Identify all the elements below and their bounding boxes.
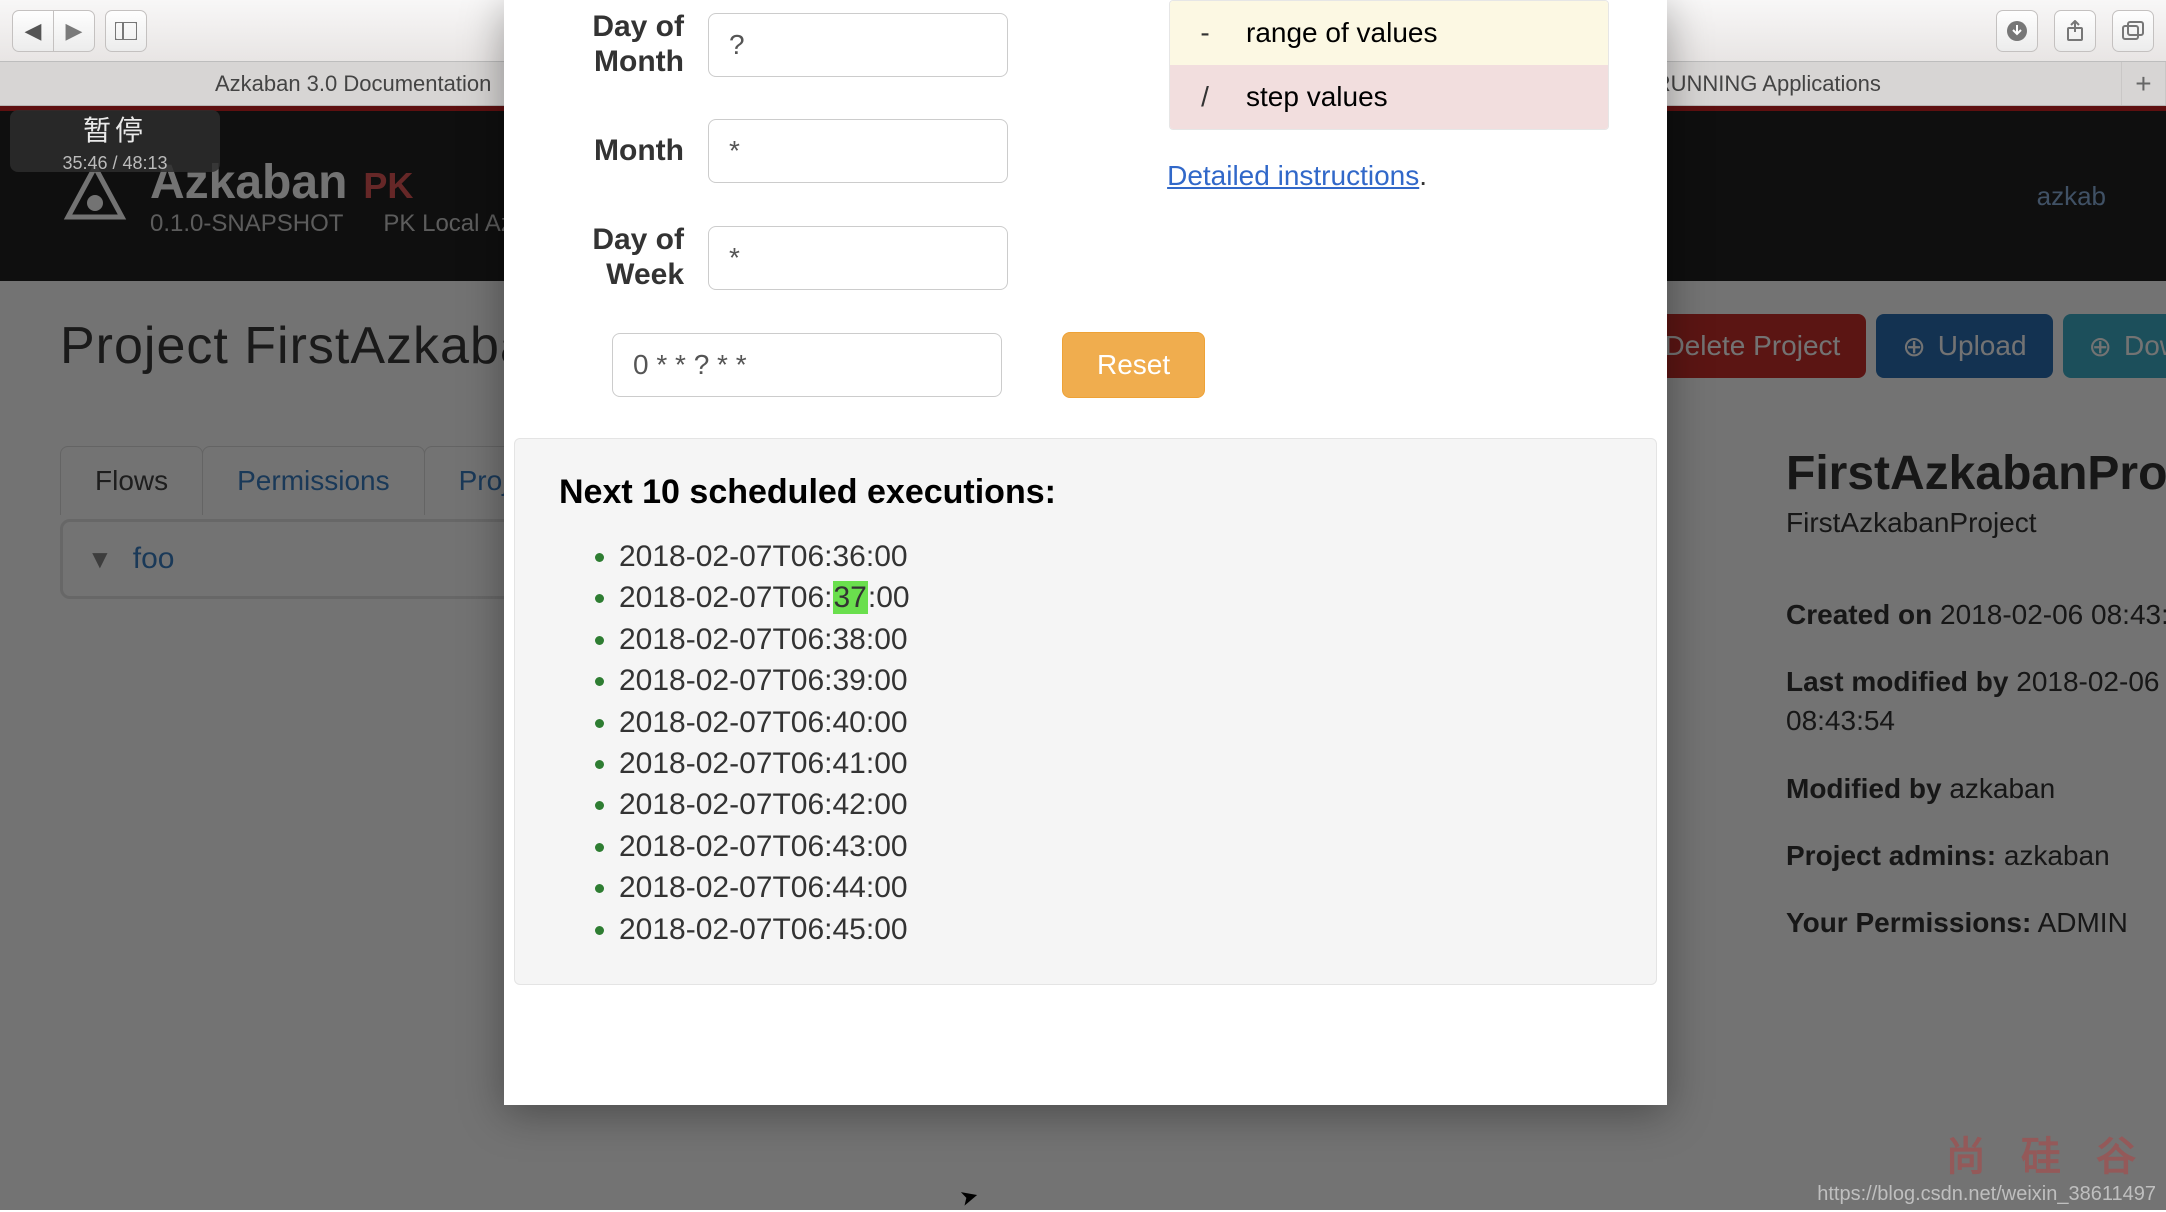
schedule-modal: - range of values / step values Detailed…	[504, 0, 1667, 1105]
tabs-icon[interactable]	[2112, 10, 2154, 52]
reset-button[interactable]: Reset	[1062, 332, 1205, 398]
back-button[interactable]: ◀	[12, 10, 54, 52]
execution-item: 2018-02-07T06:45:00	[619, 909, 1612, 950]
share-icon[interactable]	[2054, 10, 2096, 52]
watermark-url: https://blog.csdn.net/weixin_38611497	[1817, 1183, 2156, 1206]
next-executions-panel: Next 10 scheduled executions: 2018-02-07…	[514, 438, 1657, 985]
label-day-of-week: Day of Week	[558, 223, 708, 292]
execution-item: 2018-02-07T06:42:00	[619, 784, 1612, 825]
execution-item: 2018-02-07T06:41:00	[619, 743, 1612, 784]
downloads-icon[interactable]	[1996, 10, 2038, 52]
month-input[interactable]	[708, 119, 1008, 183]
next-executions-list: 2018-02-07T06:36:002018-02-07T06:37:0020…	[559, 536, 1612, 950]
label-month: Month	[558, 134, 708, 169]
label-day-of-month: Day of Month	[558, 10, 708, 79]
execution-item: 2018-02-07T06:43:00	[619, 826, 1612, 867]
execution-item: 2018-02-07T06:40:00	[619, 702, 1612, 743]
sidebar-toggle-icon[interactable]	[105, 10, 147, 52]
next-executions-header: Next 10 scheduled executions:	[559, 473, 1612, 512]
execution-item: 2018-02-07T06:37:00	[619, 577, 1612, 618]
day-of-month-input[interactable]	[708, 13, 1008, 77]
video-time: 35:46 / 48:13	[62, 153, 167, 174]
day-of-week-input[interactable]	[708, 226, 1008, 290]
detailed-instructions-link[interactable]: Detailed instructions	[1167, 160, 1427, 192]
execution-item: 2018-02-07T06:44:00	[619, 867, 1612, 908]
video-overlay[interactable]: 暂停 35:46 / 48:13	[10, 110, 220, 172]
hint-range: - range of values	[1170, 1, 1608, 65]
execution-item: 2018-02-07T06:39:00	[619, 660, 1612, 701]
cron-expression-input[interactable]	[612, 333, 1002, 397]
forward-button[interactable]: ▶	[53, 10, 95, 52]
video-status: 暂停	[83, 109, 147, 149]
red-watermark: 尚 硅 谷	[1946, 1124, 2148, 1182]
execution-item: 2018-02-07T06:38:00	[619, 619, 1612, 660]
execution-item: 2018-02-07T06:36:00	[619, 536, 1612, 577]
cron-hint-box: - range of values / step values	[1169, 0, 1609, 130]
new-tab-button[interactable]: +	[2122, 62, 2166, 105]
hint-step: / step values	[1170, 65, 1608, 129]
